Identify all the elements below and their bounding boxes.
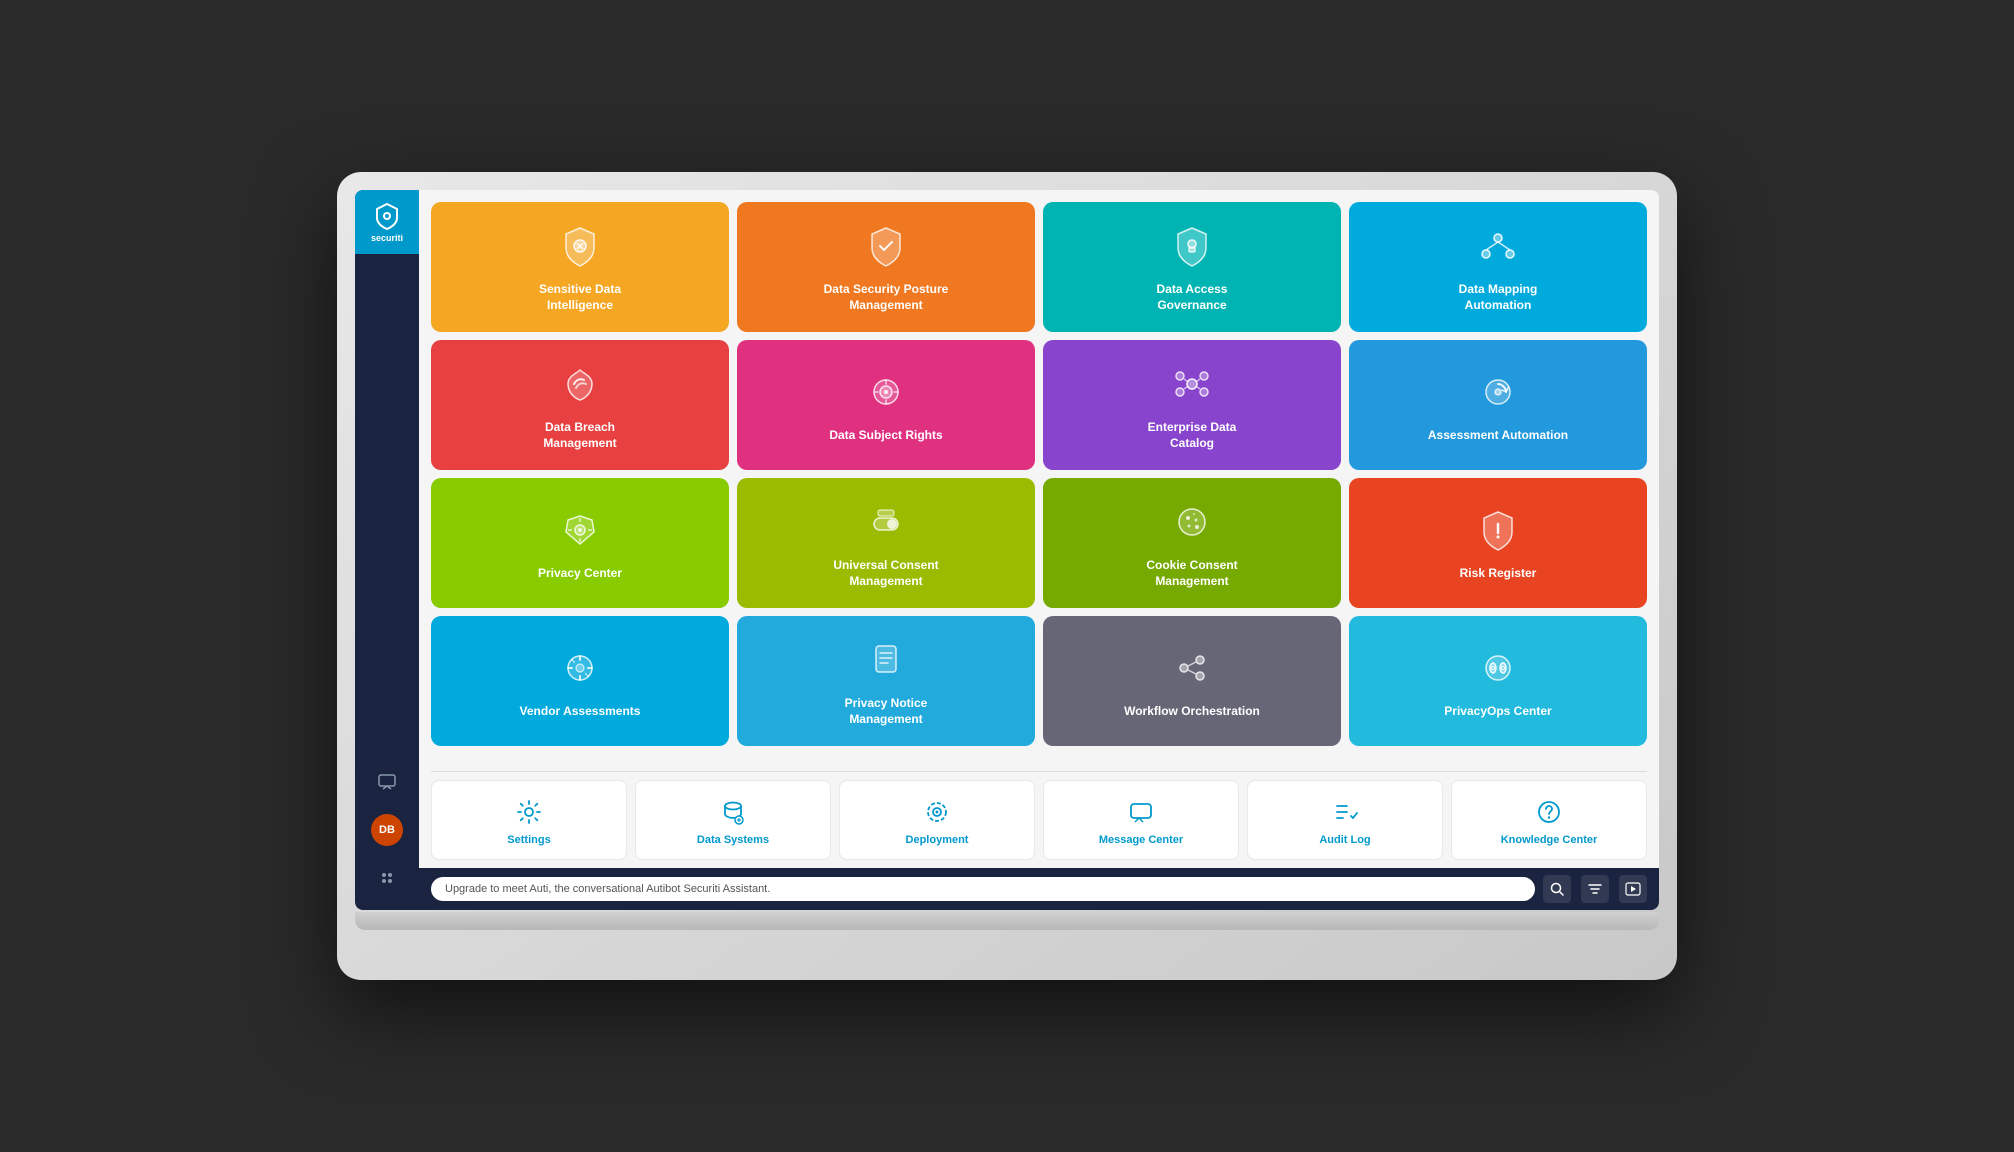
tile-label-3-2: Universal ConsentManagement xyxy=(833,558,938,589)
settings-icon xyxy=(513,796,545,828)
tile-icon-4-4 xyxy=(1474,644,1522,692)
tile-icon-4-2 xyxy=(862,636,910,684)
tile-label-4-2: Privacy NoticeManagement xyxy=(845,696,928,727)
tile-label-1-2: Data Security PostureManagement xyxy=(824,282,949,313)
screen: securiti DB xyxy=(355,190,1659,910)
tile-icon-3-3 xyxy=(1168,498,1216,546)
tile-vendor-assessments[interactable]: Vendor Assessments xyxy=(431,616,729,746)
settings-label: Settings xyxy=(507,834,550,846)
status-message: Upgrade to meet Auti, the conversational… xyxy=(431,877,1535,901)
tiles-row-1: Sensitive DataIntelligence Data Security… xyxy=(431,202,1647,332)
bottom-tile-deployment[interactable]: Deployment xyxy=(839,780,1035,860)
audit-log-label: Audit Log xyxy=(1319,834,1370,846)
bottom-tile-knowledge-center[interactable]: Knowledge Center xyxy=(1451,780,1647,860)
audit-log-icon xyxy=(1329,796,1361,828)
tile-label-2-3: Enterprise DataCatalog xyxy=(1148,420,1237,451)
deployment-icon xyxy=(921,796,953,828)
tile-icon-1-3 xyxy=(1168,222,1216,270)
knowledge-center-icon xyxy=(1533,796,1565,828)
tile-icon-1-1 xyxy=(556,222,604,270)
chat-sidebar-icon[interactable] xyxy=(371,766,403,798)
filter-button[interactable] xyxy=(1581,875,1609,903)
tile-label-2-1: Data BreachManagement xyxy=(543,420,616,451)
divider xyxy=(431,771,1647,772)
laptop-base xyxy=(355,912,1659,930)
laptop-frame: securiti DB xyxy=(337,172,1677,980)
tile-label-3-1: Privacy Center xyxy=(538,566,622,582)
bottom-tiles-row: Settings Data Systems xyxy=(431,780,1647,860)
tile-assessment-automation[interactable]: Assessment Automation xyxy=(1349,340,1647,470)
tiles-row-4: Vendor Assessments Privacy NoticeManagem… xyxy=(431,616,1647,746)
sidebar-logo[interactable]: securiti xyxy=(355,190,419,254)
tile-privacy-center[interactable]: Privacy Center xyxy=(431,478,729,608)
tile-icon-3-4 xyxy=(1474,506,1522,554)
tile-icon-3-1 xyxy=(556,506,604,554)
tile-label-1-4: Data MappingAutomation xyxy=(1459,282,1538,313)
tile-privacy-notice[interactable]: Privacy NoticeManagement xyxy=(737,616,1035,746)
user-avatar[interactable]: DB xyxy=(371,814,403,846)
tile-label-1-1: Sensitive DataIntelligence xyxy=(539,282,621,313)
tile-icon-4-3 xyxy=(1168,644,1216,692)
tile-icon-2-1 xyxy=(556,360,604,408)
bottom-tile-data-systems[interactable]: Data Systems xyxy=(635,780,831,860)
tile-cookie-consent[interactable]: Cookie ConsentManagement xyxy=(1043,478,1341,608)
tile-enterprise-data-catalog[interactable]: Enterprise DataCatalog xyxy=(1043,340,1341,470)
tiles-row-2: Data BreachManagement Data Subject Right… xyxy=(431,340,1647,470)
tile-label-2-4: Assessment Automation xyxy=(1428,428,1568,444)
tile-data-security-posture[interactable]: Data Security PostureManagement xyxy=(737,202,1035,332)
main-content: Sensitive DataIntelligence Data Security… xyxy=(419,190,1659,910)
tile-label-3-4: Risk Register xyxy=(1460,566,1537,582)
tile-label-4-4: PrivacyOps Center xyxy=(1444,704,1551,720)
status-icons xyxy=(1543,875,1647,903)
tile-label-1-3: Data AccessGovernance xyxy=(1157,282,1228,313)
knowledge-center-label: Knowledge Center xyxy=(1501,834,1598,846)
tile-data-mapping[interactable]: Data MappingAutomation xyxy=(1349,202,1647,332)
tiles-row-3: Privacy Center Universal ConsentManageme… xyxy=(431,478,1647,608)
tile-privacyops-center[interactable]: PrivacyOps Center xyxy=(1349,616,1647,746)
data-systems-label: Data Systems xyxy=(697,834,769,846)
tile-icon-1-4 xyxy=(1474,222,1522,270)
tile-icon-4-1 xyxy=(556,644,604,692)
message-center-label: Message Center xyxy=(1099,834,1183,846)
tile-workflow-orchestration[interactable]: Workflow Orchestration xyxy=(1043,616,1341,746)
tile-universal-consent[interactable]: Universal ConsentManagement xyxy=(737,478,1035,608)
deployment-label: Deployment xyxy=(906,834,969,846)
grid-icon[interactable] xyxy=(371,862,403,894)
sidebar: securiti DB xyxy=(355,190,419,910)
search-button[interactable] xyxy=(1543,875,1571,903)
tile-icon-3-2 xyxy=(862,498,910,546)
status-bar: Upgrade to meet Auti, the conversational… xyxy=(419,868,1659,910)
tile-icon-1-2 xyxy=(862,222,910,270)
tile-risk-register[interactable]: Risk Register xyxy=(1349,478,1647,608)
bottom-tile-message-center[interactable]: Message Center xyxy=(1043,780,1239,860)
bottom-tiles-area: Settings Data Systems xyxy=(419,767,1659,868)
tile-sensitive-data-intelligence[interactable]: Sensitive DataIntelligence xyxy=(431,202,729,332)
tile-data-subject-rights[interactable]: Data Subject Rights xyxy=(737,340,1035,470)
tile-label-3-3: Cookie ConsentManagement xyxy=(1146,558,1237,589)
tile-icon-2-4 xyxy=(1474,368,1522,416)
data-systems-icon xyxy=(717,796,749,828)
message-center-icon xyxy=(1125,796,1157,828)
play-button[interactable] xyxy=(1619,875,1647,903)
tile-label-4-3: Workflow Orchestration xyxy=(1124,704,1260,720)
tile-data-access-governance[interactable]: Data AccessGovernance xyxy=(1043,202,1341,332)
tile-icon-2-3 xyxy=(1168,360,1216,408)
bottom-tile-settings[interactable]: Settings xyxy=(431,780,627,860)
tiles-area: Sensitive DataIntelligence Data Security… xyxy=(419,190,1659,767)
tile-label-4-1: Vendor Assessments xyxy=(520,704,641,720)
sidebar-bottom: DB xyxy=(371,766,403,910)
tile-label-2-2: Data Subject Rights xyxy=(829,428,942,444)
bottom-tile-audit-log[interactable]: Audit Log xyxy=(1247,780,1443,860)
tile-data-breach[interactable]: Data BreachManagement xyxy=(431,340,729,470)
tile-icon-2-2 xyxy=(862,368,910,416)
